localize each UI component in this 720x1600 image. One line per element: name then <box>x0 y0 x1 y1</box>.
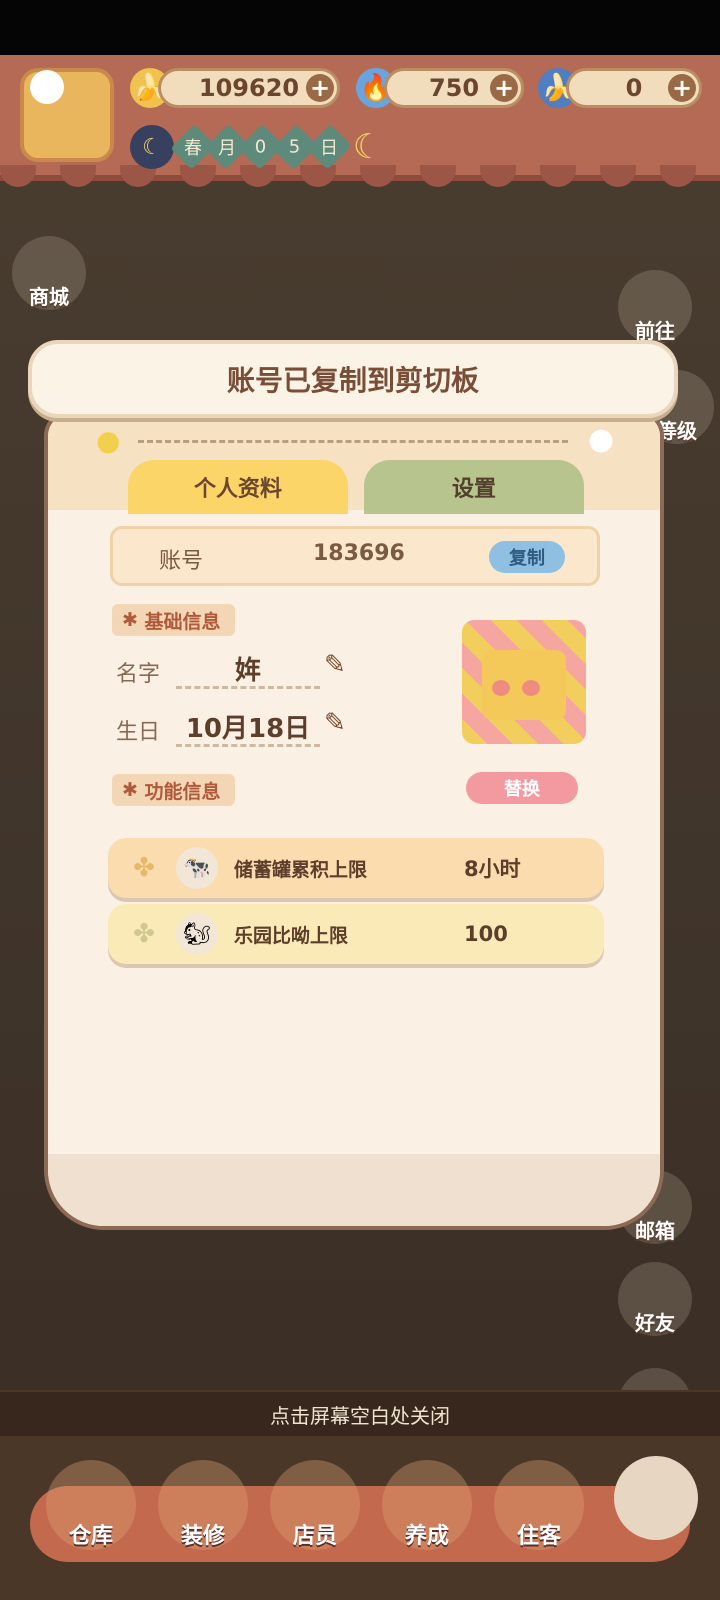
nav-warehouse-button[interactable]: 仓库 <box>46 1460 136 1550</box>
clover-icon: ✱ <box>122 779 145 801</box>
nav-staff-label: 店员 <box>292 1524 337 1549</box>
swap-avatar-button[interactable]: 替换 <box>466 772 578 804</box>
add-banana-button[interactable]: + <box>306 74 334 102</box>
game-date: ☾ 春 月 0 5 日 ☾ <box>130 124 410 170</box>
squirrel-icon: 🐿 <box>176 913 218 955</box>
edit-name-pencil-icon[interactable]: ✎ <box>324 652 350 678</box>
copy-button-label: 复制 <box>509 548 545 569</box>
currency-banana-value: 109620 <box>198 74 300 102</box>
basic-info-section-tag: ✱ 基础信息 <box>112 604 235 636</box>
date-digit-text: 0 <box>255 136 267 158</box>
nav-decorate-label: 装修 <box>180 1524 225 1549</box>
side-shop-label: 商城 <box>29 285 69 309</box>
name-field[interactable]: 姩 <box>176 650 320 689</box>
cow-piggy-icon: 🐄 <box>176 847 218 889</box>
side-friends-label: 好友 <box>635 1311 675 1335</box>
tab-settings[interactable]: 设置 <box>364 460 584 514</box>
swap-button-label: 替换 <box>504 779 540 800</box>
account-card: 账号 183696 复制 <box>110 526 600 586</box>
feature-info-section-tag: ✱ 功能信息 <box>112 774 235 806</box>
feature-value: 8小时 <box>464 857 521 881</box>
feature-name: 储蓄罐累积上限 <box>234 858 368 881</box>
date-day-unit: 日 <box>306 124 352 170</box>
panel-cloud-footer <box>48 1154 660 1226</box>
close-hint-text: 点击屏幕空白处关闭 <box>270 1403 450 1428</box>
date-month-text: 月 <box>218 138 236 159</box>
side-friends-button[interactable]: 好友 <box>618 1262 692 1336</box>
cheek-right <box>522 680 540 696</box>
close-hint[interactable]: 点击屏幕空白处关闭 <box>0 1392 720 1436</box>
account-value: 183696 <box>313 541 405 566</box>
birthday-value: 10月18日 <box>185 714 311 744</box>
header-dash-line <box>138 440 568 443</box>
date-digit-text: 5 <box>289 136 301 158</box>
currency-banana: 🍌 109620 + <box>130 68 340 108</box>
feature-value: 100 <box>464 922 508 946</box>
nav-guests-label: 住客 <box>516 1524 561 1549</box>
copy-button[interactable]: 复制 <box>489 541 565 573</box>
status-bar <box>0 0 720 55</box>
feature-name: 乐园比呦上限 <box>234 924 349 947</box>
currency-blue-banana-value: 0 <box>625 74 643 102</box>
account-label: 账号 <box>159 549 204 574</box>
nav-develop-button[interactable]: 养成 <box>382 1460 472 1550</box>
chick-icon: ● <box>96 424 121 457</box>
yarn-ball-icon[interactable] <box>614 1456 698 1540</box>
profile-panel: ● ● 个人资料 设置 账号 183696 复制 ✱ 基础信息 名字 姩 ✎ 生… <box>44 410 664 1230</box>
feature-info-label: 功能信息 <box>144 780 221 803</box>
add-flame-button[interactable]: + <box>490 74 518 102</box>
tab-settings-label: 设置 <box>451 477 496 502</box>
clover-icon: ✤ <box>133 853 155 883</box>
feature-row-piggy-bank: ✤ 🐄 储蓄罐累积上限 8小时 <box>108 838 604 898</box>
nav-warehouse-label: 仓库 <box>68 1524 113 1549</box>
currency-flame: 🔥 750 + <box>356 68 524 108</box>
clover-icon: ✱ <box>122 609 145 631</box>
cheek-left <box>492 680 510 696</box>
side-go-button[interactable]: 前往 <box>618 270 692 344</box>
name-label: 名字 <box>116 662 161 687</box>
nav-decorate-button[interactable]: 装修 <box>158 1460 248 1550</box>
clover-icon: ✤ <box>133 919 155 949</box>
tab-profile-label: 个人资料 <box>193 477 282 502</box>
birthday-label: 生日 <box>116 720 161 745</box>
date-day-text: 日 <box>320 138 338 159</box>
toast-text: 账号已复制到剪切板 <box>226 364 479 397</box>
clock-icon: ☾ <box>130 125 174 169</box>
copied-toast: 账号已复制到剪切板 <box>28 340 678 418</box>
tab-profile[interactable]: 个人资料 <box>128 460 348 514</box>
edit-birthday-pencil-icon[interactable]: ✎ <box>324 710 350 736</box>
notification-dot <box>30 70 64 104</box>
currency-blue-banana: 🍌 0 + <box>538 68 702 108</box>
add-blue-banana-button[interactable]: + <box>668 74 696 102</box>
name-value: 姩 <box>234 656 261 686</box>
basic-info-label: 基础信息 <box>144 610 221 633</box>
currency-flame-value: 750 <box>428 74 480 102</box>
date-season-text: 春 <box>184 138 202 159</box>
nav-guests-button[interactable]: 住客 <box>494 1460 584 1550</box>
cat-icon: ● <box>588 422 615 457</box>
profile-avatar-image <box>462 620 586 744</box>
toast-bread-character <box>482 650 566 720</box>
side-shop-button[interactable]: 商城 <box>12 236 86 310</box>
feature-row-paradise: ✤ 🐿 乐园比呦上限 100 <box>108 904 604 964</box>
nav-staff-button[interactable]: 店员 <box>270 1460 360 1550</box>
birthday-field[interactable]: 10月18日 <box>176 708 320 747</box>
moon-icon[interactable]: ☾ <box>348 127 388 167</box>
nav-develop-label: 养成 <box>404 1524 449 1549</box>
